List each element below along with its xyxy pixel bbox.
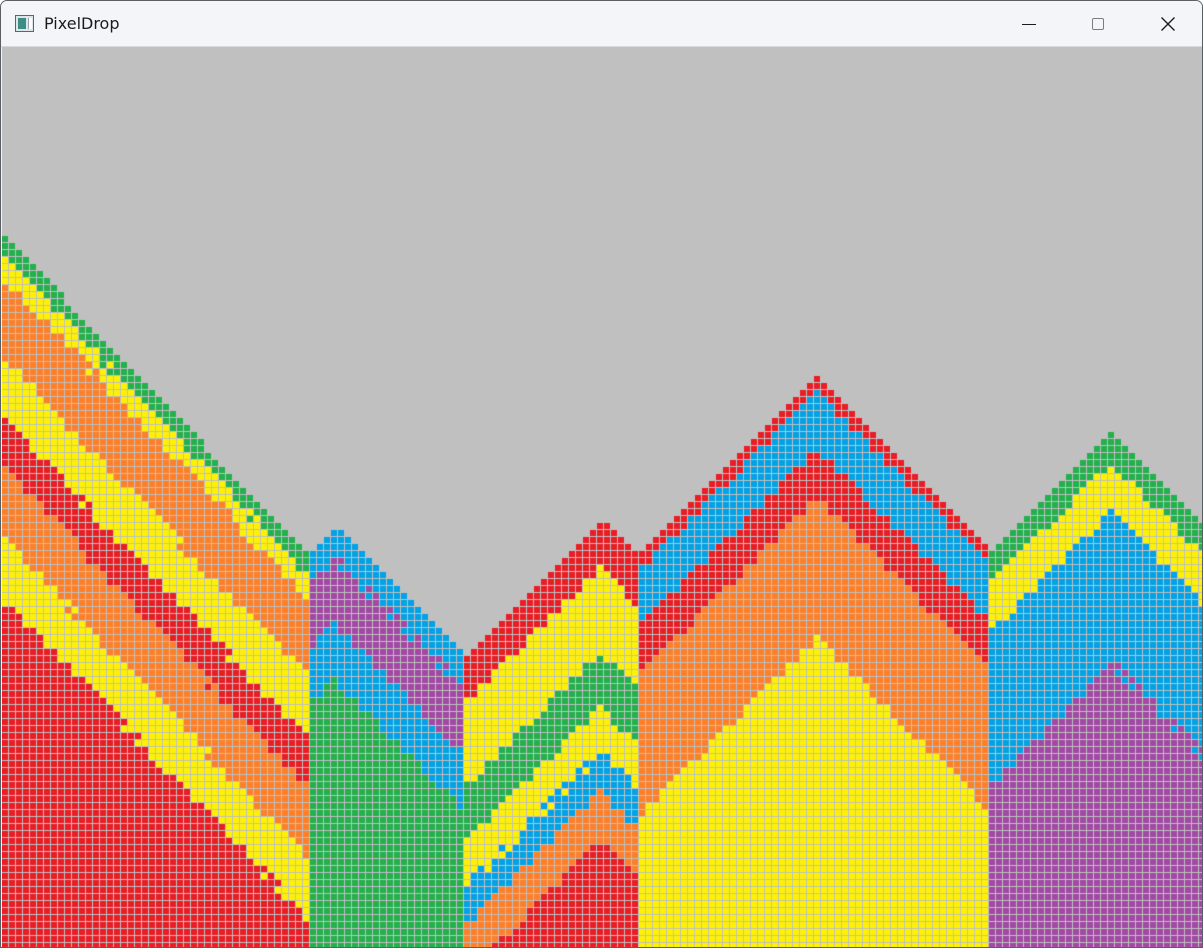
close-button[interactable] (1145, 1, 1191, 47)
title-bar[interactable]: PixelDrop (1, 1, 1202, 47)
close-icon (1161, 17, 1175, 31)
minimize-icon (1022, 23, 1036, 25)
maximize-icon (1092, 18, 1104, 30)
app-window: PixelDrop (0, 0, 1203, 948)
app-icon (15, 15, 34, 32)
window-title: PixelDrop (44, 14, 120, 33)
sand-canvas[interactable] (2, 47, 1202, 947)
minimize-button[interactable] (1006, 1, 1052, 47)
sand-canvas-area[interactable] (2, 47, 1202, 947)
maximize-button[interactable] (1075, 1, 1121, 47)
